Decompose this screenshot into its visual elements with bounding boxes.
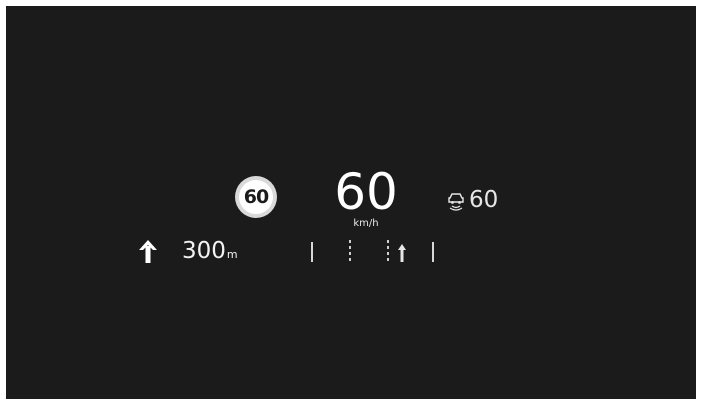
speed-limit-sign: 60 — [235, 176, 277, 218]
nav-distance-value: 300 — [182, 238, 226, 264]
nav-distance-unit: m — [226, 248, 238, 261]
hud-screen: 60 60 km/h 60 300 m — [6, 6, 696, 399]
lane-guidance-icon — [311, 240, 434, 264]
adaptive-cruise-icon — [448, 193, 464, 211]
current-speed: 60 — [334, 163, 398, 221]
speed-unit: km/h — [353, 218, 379, 229]
arrow-up-icon — [139, 240, 157, 263]
cruise-control: 60 — [446, 184, 498, 216]
cruise-set-speed: 60 — [469, 187, 499, 213]
nav-distance: 300 m — [182, 238, 238, 264]
speed-limit-value: 60 — [239, 180, 273, 214]
